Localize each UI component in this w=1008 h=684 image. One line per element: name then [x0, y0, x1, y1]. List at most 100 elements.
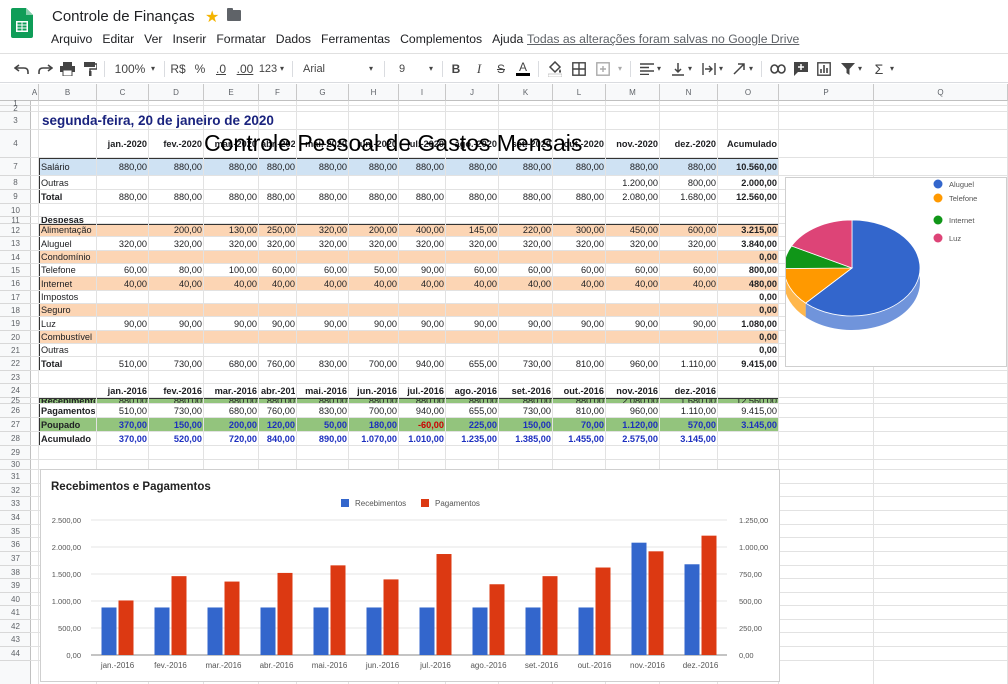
paint-format-icon[interactable]: [84, 62, 97, 76]
merge-cells-icon[interactable]: [596, 62, 610, 76]
filter-chevron-down-icon[interactable]: ▾: [856, 60, 864, 78]
column-header[interactable]: L: [553, 84, 606, 101]
menu-arquivo[interactable]: Arquivo: [51, 32, 92, 46]
more-formats-button[interactable]: 123: [258, 60, 278, 78]
date-cell[interactable]: segunda-feira, 20 de janeiro de 2020: [42, 113, 274, 128]
month-header-cell[interactable]: jan.-2020: [99, 130, 147, 158]
row-header[interactable]: 38: [0, 566, 31, 579]
row-header[interactable]: 17: [0, 291, 31, 304]
row-header[interactable]: 18: [0, 304, 31, 317]
row-header[interactable]: 22: [0, 357, 31, 371]
month-header-cell[interactable]: mar.-2016: [206, 384, 257, 398]
row-header[interactable]: 36: [0, 538, 31, 552]
redo-icon[interactable]: [37, 62, 53, 76]
row-header[interactable]: 16: [0, 277, 31, 291]
bar-chart[interactable]: Recebimentos e Pagamentos Recebimentos Pag…: [40, 469, 780, 682]
bold-button[interactable]: B: [449, 60, 463, 78]
row-header[interactable]: 41: [0, 606, 31, 620]
month-header-cell[interactable]: dez.-2020: [662, 130, 716, 158]
folder-icon[interactable]: [227, 8, 241, 21]
column-header[interactable]: K: [499, 84, 553, 101]
column-header[interactable]: O: [718, 84, 779, 101]
text-rotation-icon[interactable]: [732, 62, 746, 76]
row-header[interactable]: 4: [0, 130, 31, 158]
document-title[interactable]: Controle de Finanças: [52, 8, 195, 25]
row-header[interactable]: 34: [0, 511, 31, 525]
undo-icon[interactable]: [14, 62, 30, 76]
borders-icon[interactable]: [572, 62, 586, 76]
vertical-align-icon[interactable]: [671, 62, 685, 76]
row-header[interactable]: 28: [0, 432, 31, 446]
month-header-cell[interactable]: jul.-2016: [401, 384, 444, 398]
column-header[interactable]: I: [399, 84, 446, 101]
currency-format-button[interactable]: R$: [170, 60, 186, 78]
month-header-cell[interactable]: mai.-2016: [299, 384, 347, 398]
filter-icon[interactable]: [841, 62, 855, 76]
month-header-cell[interactable]: jun.-2016: [351, 384, 397, 398]
row-header[interactable]: 30: [0, 460, 31, 470]
row-header[interactable]: 31: [0, 470, 31, 484]
font-size-chevron-down-icon[interactable]: ▾: [426, 60, 436, 78]
insert-link-icon[interactable]: [770, 64, 786, 74]
row-header[interactable]: 43: [0, 633, 31, 647]
row-header[interactable]: 20: [0, 331, 31, 344]
column-header[interactable]: F: [259, 84, 297, 101]
italic-button[interactable]: I: [472, 60, 486, 78]
sheets-logo-icon[interactable]: [11, 8, 33, 38]
row-header[interactable]: 33: [0, 497, 31, 511]
rotation-chevron-down-icon[interactable]: ▾: [747, 60, 755, 78]
font-chevron-down-icon[interactable]: ▾: [366, 60, 376, 78]
row-header[interactable]: 7: [0, 158, 31, 176]
row-header[interactable]: 15: [0, 264, 31, 277]
row-header[interactable]: 44: [0, 647, 31, 661]
row-header[interactable]: 9: [0, 190, 31, 204]
month-header-cell[interactable]: dez.-2016: [662, 384, 716, 398]
month-header-cell[interactable]: ago.-2016: [448, 384, 497, 398]
column-header[interactable]: H: [349, 84, 399, 101]
row-header[interactable]: 12: [0, 224, 31, 237]
column-header[interactable]: E: [204, 84, 259, 101]
column-header[interactable]: D: [149, 84, 204, 101]
month-header-cell[interactable]: jan.-2016: [99, 384, 147, 398]
text-wrap-icon[interactable]: [702, 62, 716, 76]
menu-complementos[interactable]: Complementos: [400, 32, 482, 46]
sheet-title-cell[interactable]: Controle Pessoal de Gastos Mensais: [204, 130, 582, 157]
row-header[interactable]: 29: [0, 446, 31, 460]
column-header[interactable]: A: [31, 84, 39, 101]
column-header[interactable]: C: [97, 84, 149, 101]
row-header[interactable]: 14: [0, 251, 31, 264]
row-header[interactable]: 13: [0, 237, 31, 251]
merge-chevron-down-icon[interactable]: ▾: [616, 60, 624, 78]
menu-formatar[interactable]: Formatar: [216, 32, 265, 46]
row-header[interactable]: 37: [0, 552, 31, 566]
star-icon[interactable]: ★: [205, 7, 219, 27]
row-header[interactable]: 21: [0, 344, 31, 357]
text-color-button[interactable]: A: [516, 60, 530, 76]
wrap-chevron-down-icon[interactable]: ▾: [717, 60, 725, 78]
month-header-cell[interactable]: Acumulado: [720, 130, 777, 158]
zoom-select[interactable]: 100%: [112, 60, 148, 78]
font-size-select[interactable]: 9: [394, 60, 410, 78]
month-header-cell[interactable]: nov.-2016: [608, 384, 658, 398]
row-header[interactable]: 35: [0, 525, 31, 538]
functions-icon[interactable]: Σ: [872, 60, 886, 78]
zoom-chevron-down-icon[interactable]: ▾: [148, 60, 158, 78]
row-header[interactable]: 27: [0, 418, 31, 432]
row-header[interactable]: 32: [0, 484, 31, 497]
row-header[interactable]: 23: [0, 371, 31, 384]
column-header[interactable]: M: [606, 84, 660, 101]
menu-editar[interactable]: Editar: [102, 32, 134, 46]
row-header[interactable]: 39: [0, 579, 31, 593]
more-formats-chevron-down-icon[interactable]: ▾: [278, 60, 286, 78]
menu-ajuda[interactable]: Ajuda: [492, 32, 523, 46]
month-header-cell[interactable]: set.-2016: [501, 384, 551, 398]
month-header-cell[interactable]: out.-2016: [555, 384, 604, 398]
functions-chevron-down-icon[interactable]: ▾: [888, 60, 896, 78]
align-left-icon[interactable]: [640, 63, 654, 75]
row-header[interactable]: 19: [0, 317, 31, 331]
row-header[interactable]: 40: [0, 593, 31, 606]
print-icon[interactable]: [60, 62, 75, 76]
row-header[interactable]: 8: [0, 176, 31, 190]
increase-decimal-button[interactable]: .00: [235, 60, 255, 78]
row-header[interactable]: 42: [0, 620, 31, 633]
